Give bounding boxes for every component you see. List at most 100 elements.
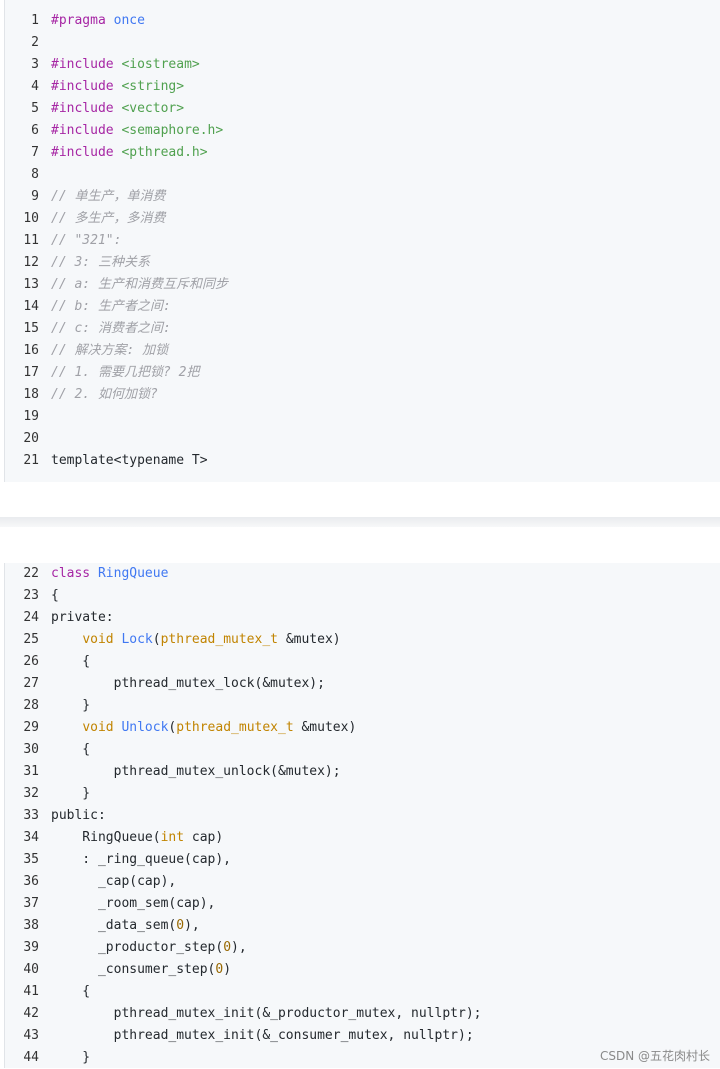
code-line: 30 { bbox=[5, 739, 720, 761]
code-text: pthread_mutex_unlock(&mutex); bbox=[51, 761, 720, 783]
code-token: Lock bbox=[121, 632, 153, 647]
code-text: } bbox=[51, 783, 720, 805]
code-text: { bbox=[51, 651, 720, 673]
code-line: 5 #include <vector> bbox=[5, 98, 720, 120]
line-number: 38 bbox=[23, 918, 39, 933]
line-number: 18 bbox=[23, 387, 39, 402]
code-token: void bbox=[82, 632, 122, 647]
code-line: 40 _consumer_step(0) bbox=[5, 959, 720, 981]
code-token: } bbox=[51, 786, 91, 801]
code-token: // "321": bbox=[51, 233, 122, 248]
line-number: 43 bbox=[23, 1028, 39, 1043]
code-token: 0 bbox=[223, 940, 232, 955]
code-token: <string> bbox=[121, 79, 185, 94]
line-number: 25 bbox=[23, 632, 39, 647]
code-token: // b: 生产者之间: bbox=[51, 299, 171, 314]
line-number: 30 bbox=[23, 742, 39, 757]
code-token: &mutex) bbox=[301, 720, 357, 735]
code-line: 25 void Lock(pthread_mutex_t &mutex) bbox=[5, 629, 720, 651]
code-token: <iostream> bbox=[121, 57, 200, 72]
code-text: #include <string> bbox=[51, 76, 720, 98]
line-number: 10 bbox=[23, 211, 39, 226]
code-line: 42 pthread_mutex_init(&_productor_mutex,… bbox=[5, 1003, 720, 1025]
code-token: #include bbox=[51, 123, 122, 138]
code-token: once bbox=[113, 13, 145, 28]
code-line: 32 } bbox=[5, 783, 720, 805]
code-line: 18 // 2. 如何加锁? bbox=[5, 384, 720, 406]
line-number: 15 bbox=[23, 321, 39, 336]
code-line: 23 { bbox=[5, 585, 720, 607]
code-token: pthread_mutex_unlock(&mutex); bbox=[51, 764, 341, 779]
code-line: 1 #pragma once bbox=[5, 10, 720, 32]
code-text: _consumer_step(0) bbox=[51, 959, 720, 981]
code-line: 22 class RingQueue bbox=[5, 563, 720, 585]
code-text: _data_sem(0), bbox=[51, 915, 720, 937]
line-number: 22 bbox=[23, 566, 39, 581]
line-number: 8 bbox=[31, 167, 39, 182]
code-text: // 2. 如何加锁? bbox=[51, 384, 720, 406]
code-text: pthread_mutex_init(&_consumer_mutex, nul… bbox=[51, 1025, 720, 1047]
line-number: 28 bbox=[23, 698, 39, 713]
code-token: pthread_mutex_init(&_consumer_mutex, nul… bbox=[51, 1028, 474, 1043]
line-number: 35 bbox=[23, 852, 39, 867]
code-text: // 1. 需要几把锁? 2把 bbox=[51, 362, 720, 384]
line-number: 21 bbox=[23, 453, 39, 468]
line-number: 33 bbox=[23, 808, 39, 823]
code-line: 12 // 3: 三种关系 bbox=[5, 252, 720, 274]
code-token: RingQueue( bbox=[51, 830, 161, 845]
code-token: RingQueue bbox=[97, 566, 169, 581]
code-text: pthread_mutex_init(&_productor_mutex, nu… bbox=[51, 1003, 720, 1025]
code-token: #include bbox=[51, 79, 122, 94]
code-token: ), bbox=[231, 940, 247, 955]
code-token: <vector> bbox=[121, 101, 185, 116]
code-line: 19 bbox=[5, 406, 720, 428]
code-text: { bbox=[51, 585, 720, 607]
code-token: } bbox=[51, 698, 91, 713]
code-token: ) bbox=[223, 962, 232, 977]
code-line: 41 { bbox=[5, 981, 720, 1003]
code-line: 29 void Unlock(pthread_mutex_t &mutex) bbox=[5, 717, 720, 739]
code-line: 35 : _ring_queue(cap), bbox=[5, 849, 720, 871]
code-text: // 多生产，多消费 bbox=[51, 208, 720, 230]
line-number: 2 bbox=[31, 35, 39, 50]
code-token: // 单生产，单消费 bbox=[51, 189, 166, 204]
code-line: 16 // 解决方案: 加锁 bbox=[5, 340, 720, 362]
code-line: 14 // b: 生产者之间: bbox=[5, 296, 720, 318]
line-number: 11 bbox=[23, 233, 39, 248]
code-token: pthread_mutex_init(&_productor_mutex, nu… bbox=[51, 1006, 482, 1021]
line-number: 26 bbox=[23, 654, 39, 669]
line-number: 17 bbox=[23, 365, 39, 380]
code-token: int bbox=[160, 830, 192, 845]
code-token: { bbox=[51, 654, 91, 669]
line-number: 23 bbox=[23, 588, 39, 603]
line-number: 20 bbox=[23, 431, 39, 446]
line-number: 13 bbox=[23, 277, 39, 292]
code-line: 39 _productor_step(0), bbox=[5, 937, 720, 959]
line-number: 4 bbox=[31, 79, 39, 94]
line-number: 44 bbox=[23, 1050, 39, 1065]
code-token: #include bbox=[51, 101, 122, 116]
code-token: public: bbox=[51, 808, 106, 823]
line-number: 34 bbox=[23, 830, 39, 845]
code-token: } bbox=[51, 1050, 91, 1065]
line-number: 6 bbox=[31, 123, 39, 138]
code-line: 4 #include <string> bbox=[5, 76, 720, 98]
watermark: CSDN @五花肉村长 bbox=[599, 1049, 710, 1063]
code-text: // "321": bbox=[51, 230, 720, 252]
code-token: // c: 消费者之间: bbox=[51, 321, 171, 336]
code-line: 38 _data_sem(0), bbox=[5, 915, 720, 937]
line-number: 39 bbox=[23, 940, 39, 955]
code-text: // b: 生产者之间: bbox=[51, 296, 720, 318]
line-number: 27 bbox=[23, 676, 39, 691]
code-token: // 1. 需要几把锁? 2把 bbox=[51, 365, 200, 380]
line-number: 9 bbox=[31, 189, 39, 204]
code-block-2: 22 class RingQueue 23 {24 private: 25 void Lo… bbox=[4, 563, 720, 1068]
line-number: 1 bbox=[31, 13, 39, 28]
code-token: cap) bbox=[191, 830, 224, 845]
code-token: { bbox=[51, 588, 59, 603]
code-block-1: 1 #pragma once 2 3 #include <iostream> 4 #incl… bbox=[4, 0, 720, 482]
line-number: 31 bbox=[23, 764, 39, 779]
